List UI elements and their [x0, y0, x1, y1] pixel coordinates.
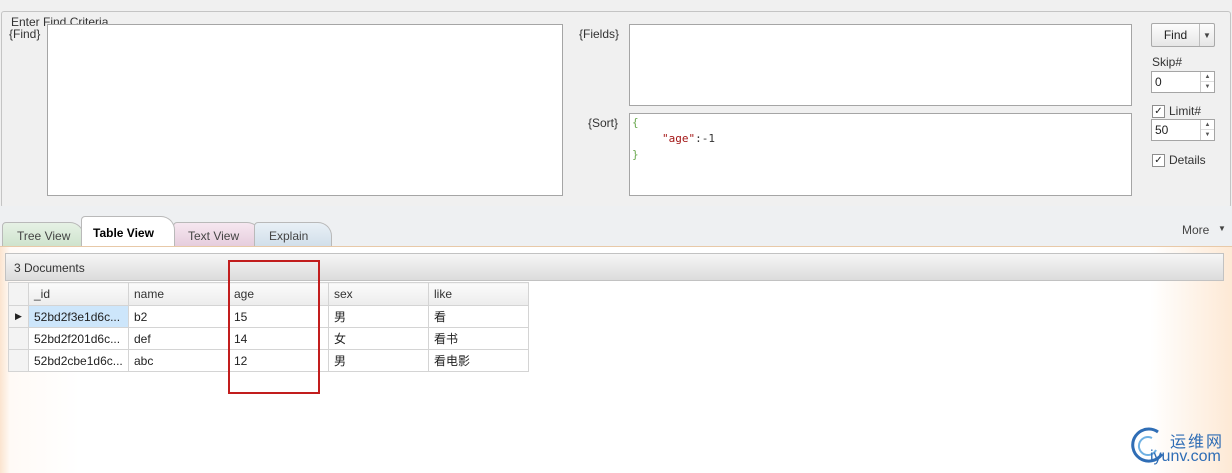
table-cell[interactable]: 看电影	[428, 349, 529, 372]
tab-explain[interactable]: Explain	[254, 222, 332, 246]
table-row[interactable]: ▶ 52bd2f3e1d6c... b2 15 男 看	[8, 305, 529, 328]
sort-open-brace: {	[632, 116, 639, 129]
spin-up-icon[interactable]: ▲	[1201, 72, 1214, 82]
tab-label: Text View	[188, 229, 240, 243]
spin-up-icon[interactable]: ▲	[1201, 120, 1214, 130]
sort-separator: :	[695, 132, 702, 145]
table-row[interactable]: 52bd2f201d6c... def 14 女 看书	[8, 327, 529, 350]
sort-label: {Sort}	[588, 116, 619, 130]
row-header-corner	[8, 282, 29, 306]
spin-down-icon[interactable]: ▼	[1201, 130, 1214, 140]
find-button[interactable]: Find ▼	[1151, 23, 1215, 47]
more-menu[interactable]: More	[1182, 223, 1209, 237]
sort-direction: -1	[701, 132, 715, 145]
table-row[interactable]: 52bd2cbe1d6c... abc 12 男 看电影	[8, 349, 529, 372]
row-selector[interactable]: ▶	[8, 305, 29, 328]
chevron-down-icon[interactable]: ▼	[1218, 224, 1226, 233]
column-header-like[interactable]: like	[428, 282, 529, 306]
find-label: {Find}	[9, 27, 41, 41]
skip-label: Skip#	[1152, 55, 1183, 69]
chevron-down-icon[interactable]: ▼	[1199, 24, 1214, 46]
table-cell[interactable]: 看书	[428, 327, 529, 350]
row-selector[interactable]	[8, 327, 29, 350]
find-button-label: Find	[1163, 28, 1188, 42]
table-cell[interactable]: 男	[328, 349, 429, 372]
sort-key: "age"	[662, 132, 696, 145]
tab-text-view[interactable]: Text View	[173, 222, 261, 246]
table-cell[interactable]: 14	[228, 327, 329, 350]
row-selector[interactable]	[8, 349, 29, 372]
table-cell[interactable]: 52bd2f3e1d6c...	[28, 305, 129, 328]
table-cell[interactable]: 女	[328, 327, 429, 350]
document-count: 3 Documents	[5, 253, 1224, 281]
table-cell[interactable]: 15	[228, 305, 329, 328]
table-cell[interactable]: abc	[128, 349, 229, 372]
table-cell[interactable]: 看	[428, 305, 529, 328]
fields-input[interactable]	[629, 24, 1132, 106]
watermark: 运维网 iyunv.com	[1128, 424, 1228, 468]
spin-down-icon[interactable]: ▼	[1201, 82, 1214, 92]
limit-input[interactable]: 50 ▲ ▼	[1151, 119, 1215, 141]
table-cell[interactable]: 12	[228, 349, 329, 372]
table-cell[interactable]: 52bd2f201d6c...	[28, 327, 129, 350]
table-cell[interactable]: b2	[128, 305, 229, 328]
skip-spinner[interactable]: ▲ ▼	[1200, 72, 1214, 92]
results-table: _id name age sex like ▶ 52bd2f3e1d6c... …	[8, 282, 529, 372]
column-header-sex[interactable]: sex	[328, 282, 429, 306]
sort-input[interactable]: { "age":-1 }	[629, 113, 1132, 196]
column-header-name[interactable]: name	[128, 282, 229, 306]
limit-checkbox[interactable]: ✓	[1152, 105, 1165, 118]
details-checkbox[interactable]: ✓	[1152, 154, 1165, 167]
table-cell[interactable]: def	[128, 327, 229, 350]
limit-value: 50	[1155, 123, 1169, 137]
table-header-row: _id name age sex like	[8, 282, 529, 306]
tab-table-view[interactable]: Table View	[81, 216, 175, 246]
tab-label: Tree View	[17, 229, 71, 243]
tab-label: Table View	[93, 226, 154, 240]
tab-label: Explain	[269, 229, 309, 243]
sort-close-brace: }	[632, 148, 639, 161]
skip-input[interactable]: 0 ▲ ▼	[1151, 71, 1215, 93]
details-label: Details	[1169, 153, 1206, 167]
tab-tree-view[interactable]: Tree View	[2, 222, 84, 246]
table-cell[interactable]: 52bd2cbe1d6c...	[28, 349, 129, 372]
limit-label: Limit#	[1169, 104, 1202, 118]
limit-spinner[interactable]: ▲ ▼	[1200, 120, 1214, 140]
watermark-text-url: iyunv.com	[1150, 448, 1221, 465]
row-pointer-icon: ▶	[15, 311, 22, 321]
find-query-input[interactable]	[47, 24, 563, 196]
table-cell[interactable]: 男	[328, 305, 429, 328]
fields-label: {Fields}	[579, 27, 620, 41]
column-header-age[interactable]: age	[228, 282, 329, 306]
skip-value: 0	[1155, 75, 1162, 89]
column-header-id[interactable]: _id	[28, 282, 129, 306]
